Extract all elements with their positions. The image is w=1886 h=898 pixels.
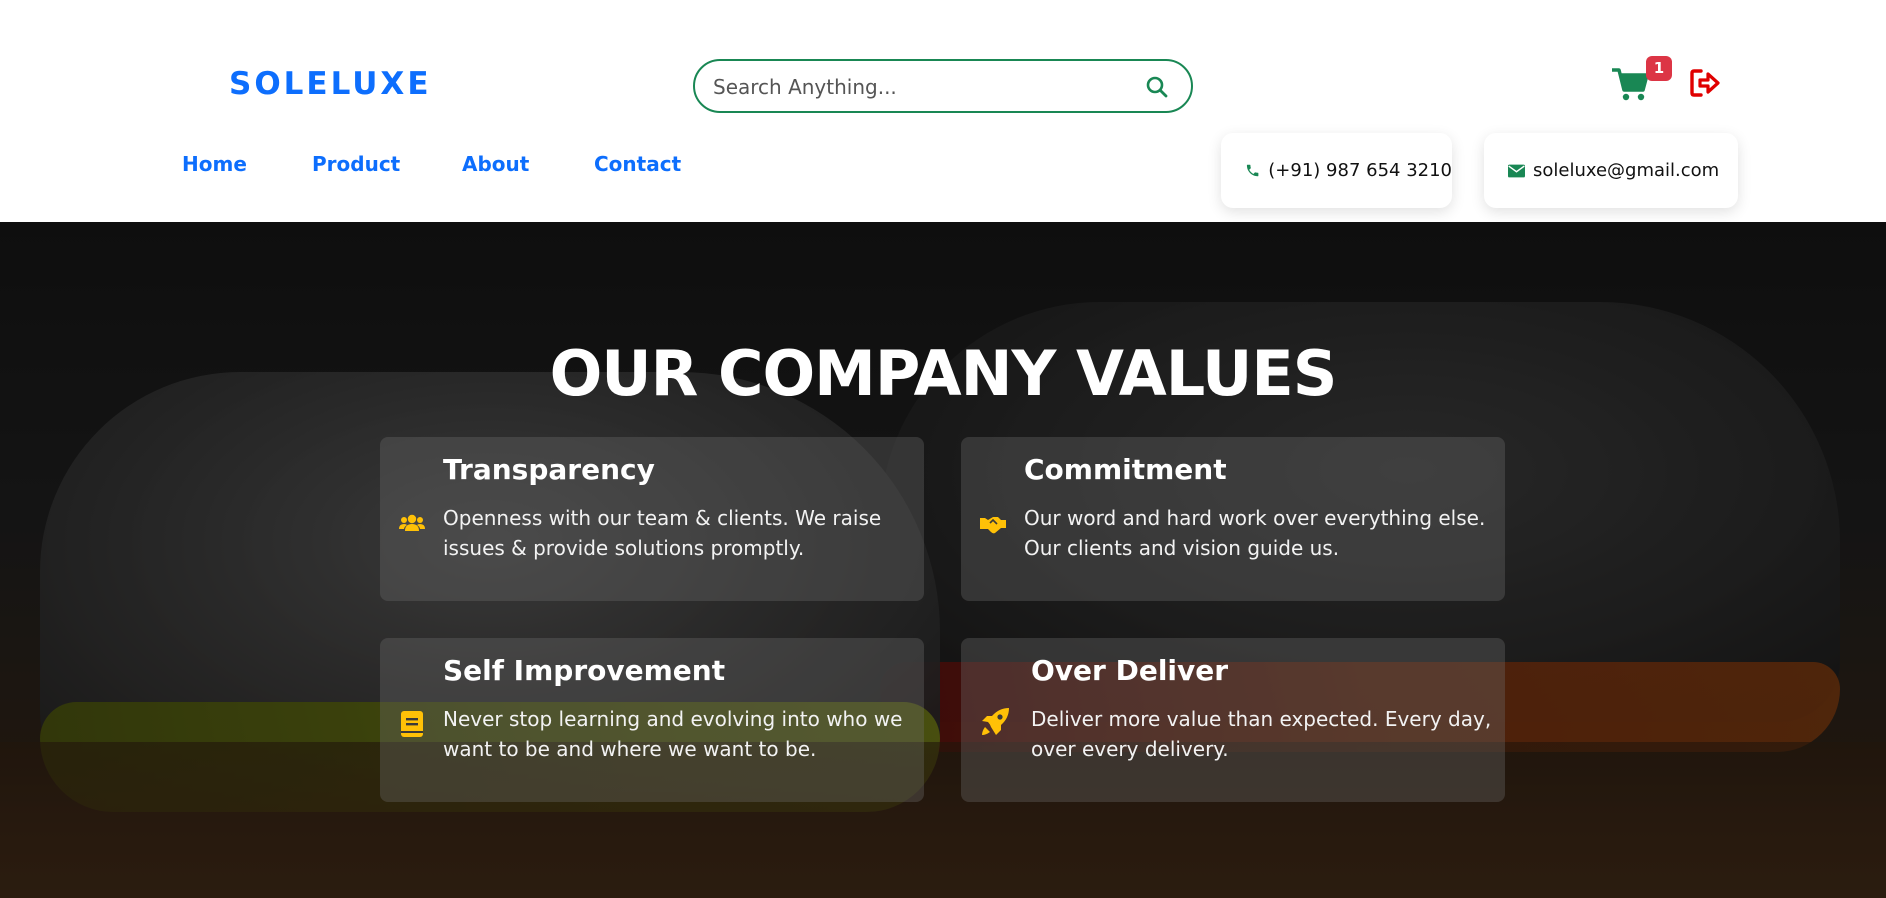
phone-card[interactable]: (+91) 987 654 3210 [1221,133,1452,208]
value-card-over-deliver: Over Deliver Deliver more value than exp… [961,638,1505,802]
value-description: Openness with our team & clients. We rai… [443,506,882,560]
phone-number: (+91) 987 654 3210 [1268,160,1452,181]
brand-logo[interactable]: SOLELUXE [229,66,432,102]
cart-icon[interactable] [1610,64,1650,104]
value-title: Commitment [1024,453,1227,486]
value-title: Self Improvement [443,654,726,687]
email-card[interactable]: soleluxe@gmail.com [1484,133,1738,208]
logout-icon[interactable] [1688,66,1722,100]
site-header: SOLELUXE 1 Home Product About Contact (+… [0,0,1886,222]
users-icon [399,514,425,531]
search-input[interactable] [713,73,1113,101]
book-icon [401,711,423,737]
hero-overlay [0,222,1886,898]
section-title: OUR COMPANY VALUES [549,337,1338,410]
phone-icon [1246,164,1259,177]
company-values-hero: OUR COMPANY VALUES Transparency Openness… [0,222,1886,898]
search-bar [693,59,1193,113]
envelope-icon [1508,164,1525,177]
value-description: Never stop learning and evolving into wh… [443,707,903,761]
rocket-icon [982,708,1009,735]
value-title: Over Deliver [1031,654,1229,687]
nav-home[interactable]: Home [182,152,247,176]
search-icon[interactable] [1145,75,1169,99]
email-address: soleluxe@gmail.com [1533,160,1720,181]
value-title: Transparency [443,453,655,486]
handshake-icon [980,517,1006,534]
value-card-transparency: Transparency Openness with our team & cl… [380,437,924,601]
value-card-commitment: Commitment Our word and hard work over e… [961,437,1505,601]
nav-contact[interactable]: Contact [594,152,681,176]
value-description: Our word and hard work over everything e… [1024,506,1486,560]
value-card-self-improvement: Self Improvement Never stop learning and… [380,638,924,802]
value-description: Deliver more value than expected. Every … [1031,707,1492,761]
nav-product[interactable]: Product [312,152,400,176]
nav-about[interactable]: About [462,152,529,176]
cart-count-badge: 1 [1646,56,1672,81]
